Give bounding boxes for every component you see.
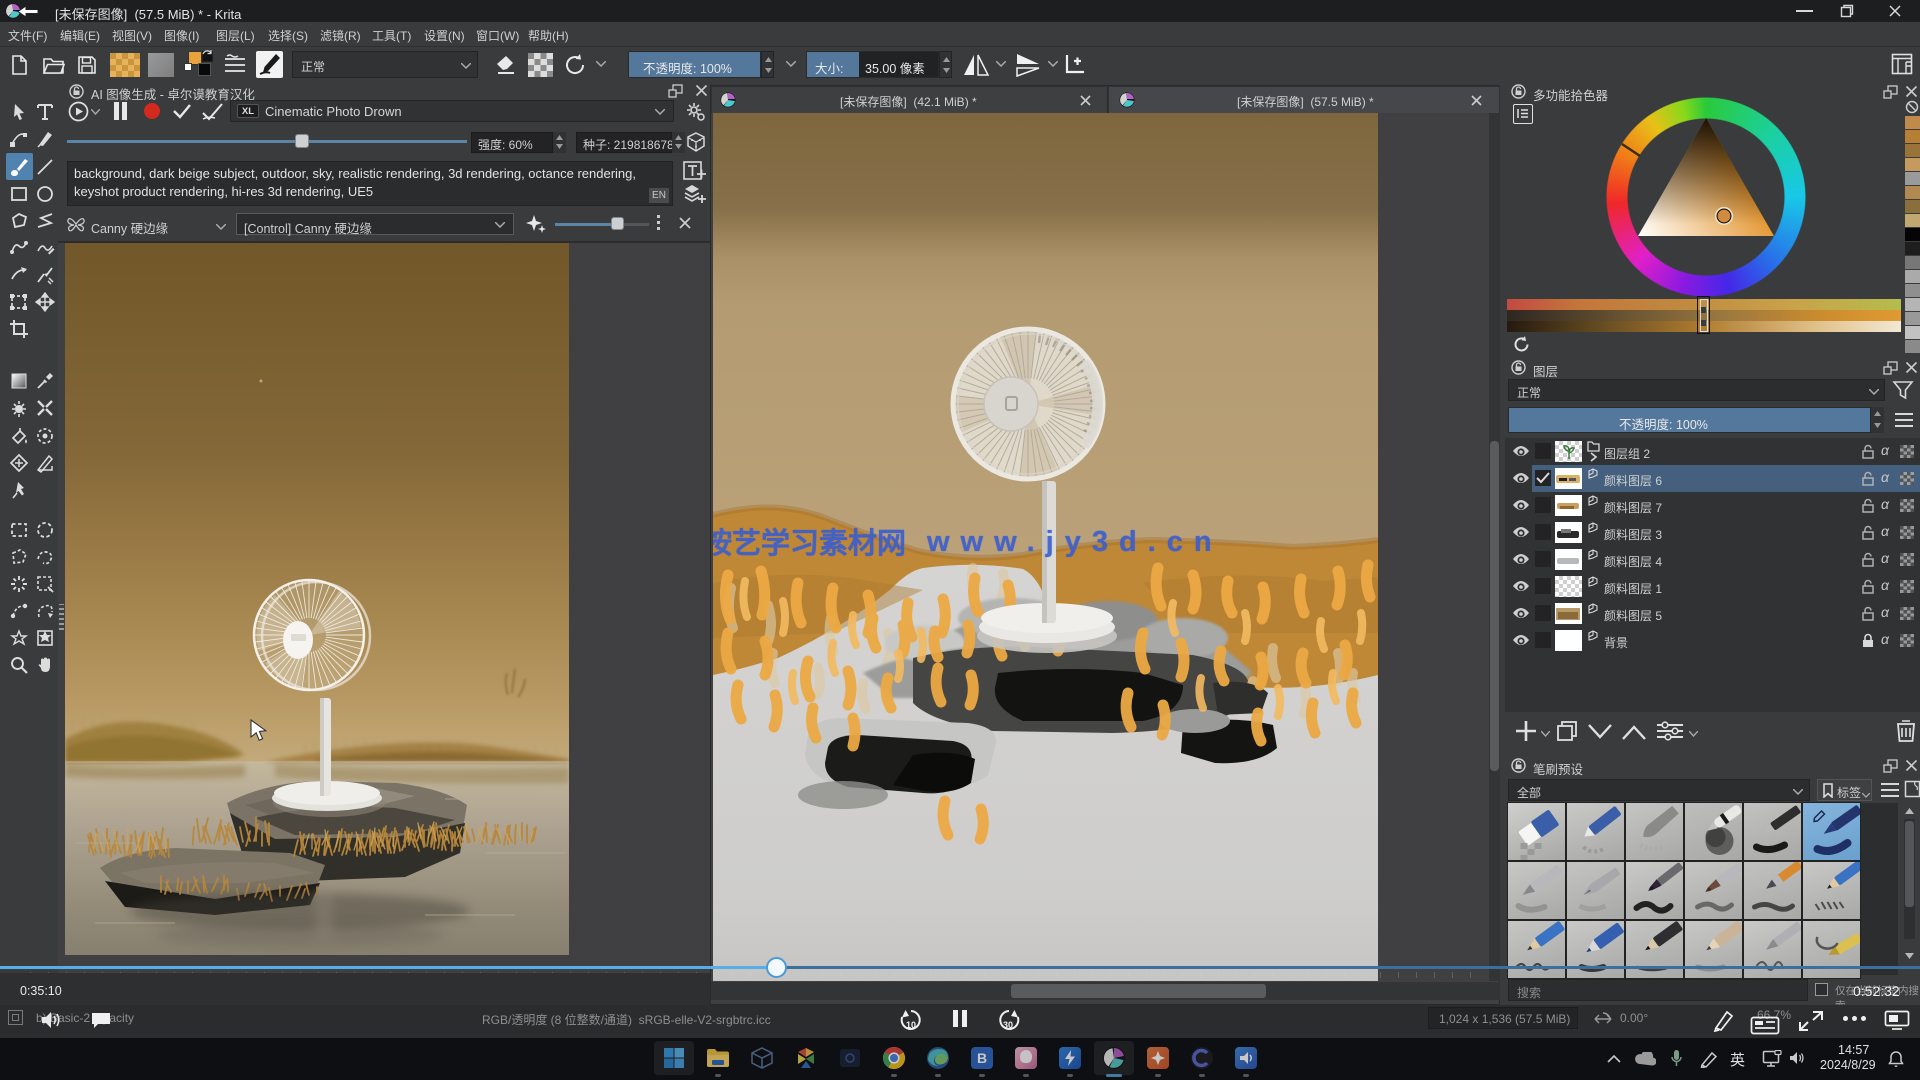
svg-text:www.jy3d.cn: www.jy3d.cn [926, 526, 1223, 558]
svg-text:按艺学习素材网: 按艺学习素材网 [713, 526, 906, 560]
svg-text:10: 10 [906, 1020, 916, 1030]
svg-text:30: 30 [1003, 1020, 1013, 1030]
